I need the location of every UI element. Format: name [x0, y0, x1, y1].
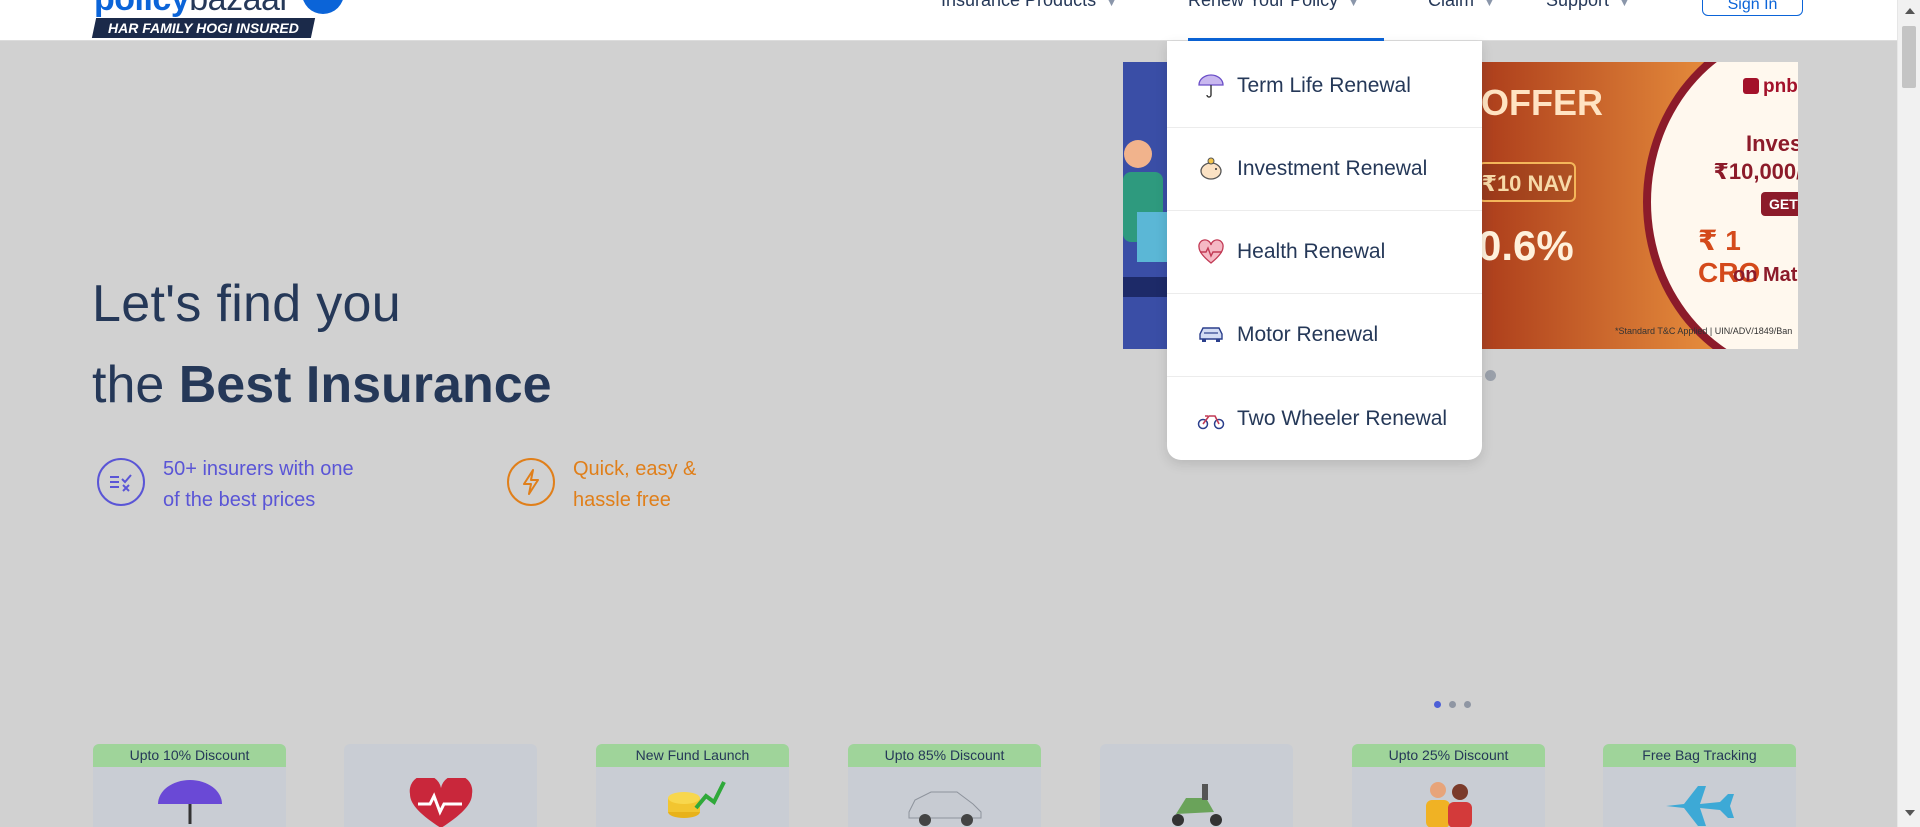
- hero-heading-line1: Let's find you: [92, 275, 401, 333]
- renew-motor[interactable]: Motor Renewal: [1167, 294, 1482, 377]
- banner-get: GET: [1761, 192, 1798, 216]
- scooter-icon: [1162, 778, 1232, 827]
- card-ribbon: [1100, 744, 1293, 767]
- renew-policy-dropdown: Term Life Renewal Investment Renewal Hea…: [1167, 41, 1482, 460]
- scroll-up-icon[interactable]: [1905, 8, 1915, 14]
- car-icon: [905, 778, 985, 827]
- heart-pulse-icon: [1197, 238, 1225, 266]
- banner-disclaimer: *Standard T&C Applied | UIN/ADV/1849/Ban: [1615, 326, 1793, 336]
- logo-badge-icon: [302, 0, 344, 14]
- dd-label: Motor Renewal: [1237, 323, 1379, 346]
- invest-line1: Inves: [1746, 131, 1798, 156]
- car-icon: [1197, 321, 1225, 349]
- renew-term-life[interactable]: Term Life Renewal: [1167, 45, 1482, 128]
- dd-label: Health Renewal: [1237, 240, 1386, 263]
- invest-line2: ₹10,000/: [1713, 159, 1798, 184]
- product-card-two-wheeler[interactable]: [1100, 744, 1293, 827]
- hero-prefix: the: [92, 356, 179, 414]
- hero-heading-line2: the Best Insurance: [92, 355, 552, 415]
- product-card-travel[interactable]: Free Bag Tracking: [1603, 744, 1796, 827]
- nav-support[interactable]: Support ▼: [1546, 0, 1630, 11]
- pager-dot[interactable]: [1464, 701, 1471, 708]
- compare-icon: [97, 458, 145, 506]
- product-card-car[interactable]: Upto 85% Discount: [848, 744, 1041, 827]
- banner-nav-price: ₹10 NAV: [1478, 162, 1576, 202]
- renew-two-wheeler[interactable]: Two Wheeler Renewal: [1167, 377, 1482, 460]
- heart-pulse-icon: [408, 775, 474, 827]
- card-ribbon: Free Bag Tracking: [1603, 744, 1796, 767]
- logo-tagline: HAR FAMILY HOGI INSURED: [91, 18, 315, 38]
- renew-investment[interactable]: Investment Renewal: [1167, 128, 1482, 211]
- piggy-bank-icon: [1197, 155, 1225, 183]
- nav-label: Support: [1546, 0, 1610, 10]
- product-card-term-life[interactable]: Upto 10% Discount: [93, 744, 286, 827]
- page-scrollbar[interactable]: [1897, 0, 1920, 827]
- hero-pager: [1434, 701, 1471, 708]
- nav-insurance-products[interactable]: Insurance Products ▼: [941, 0, 1117, 11]
- card-ribbon: New Fund Launch: [596, 744, 789, 767]
- feature-text: Quick, easy & hassle free: [573, 458, 697, 511]
- product-card-investment[interactable]: New Fund Launch: [596, 744, 789, 827]
- airplane-icon: [1662, 778, 1738, 827]
- banner-maturity: on Mat: [1733, 264, 1798, 286]
- card-ribbon: Upto 10% Discount: [93, 744, 286, 767]
- feature-text: 50+ insurers with one of the best prices: [163, 458, 354, 511]
- feature-quick: Quick, easy & hassle free: [507, 454, 713, 516]
- umbrella-icon: [1197, 72, 1225, 100]
- banner-carousel-dot[interactable]: [1485, 370, 1496, 381]
- dd-label: Two Wheeler Renewal: [1237, 406, 1448, 430]
- umbrella-icon: [155, 778, 225, 827]
- nav-label: Insurance Products: [941, 0, 1097, 10]
- pnb-logo-icon: [1743, 78, 1759, 94]
- sign-in-button[interactable]: Sign In: [1702, 0, 1803, 16]
- lightning-icon: [507, 458, 555, 506]
- chevron-down-icon: ▼: [1348, 0, 1359, 9]
- chevron-down-icon: ▼: [1106, 0, 1117, 9]
- card-ribbon: Upto 25% Discount: [1352, 744, 1545, 767]
- feature-insurers: 50+ insurers with one of the best prices: [97, 454, 373, 516]
- nav-renew-your-policy[interactable]: Renew Your Policy ▼: [1188, 0, 1359, 11]
- card-ribbon: Upto 85% Discount: [848, 744, 1041, 767]
- brand-name: pnb: [1763, 76, 1798, 97]
- banner-invest: Inves ₹10,000/: [1710, 130, 1798, 186]
- coins-growth-icon: [660, 778, 726, 827]
- top-header: policybazaar HAR FAMILY HOGI INSURED Ins…: [0, 0, 1897, 41]
- nav-label: Claim: [1428, 0, 1475, 10]
- banner-percent: 0.6%: [1478, 222, 1574, 269]
- logo-part2: bazaar: [189, 0, 290, 18]
- pager-dot[interactable]: [1449, 701, 1456, 708]
- product-card-health[interactable]: [344, 744, 537, 827]
- logo-part1: policy: [94, 0, 190, 18]
- nav-claim[interactable]: Claim ▼: [1428, 0, 1495, 11]
- chevron-down-icon: ▼: [1619, 0, 1630, 9]
- nav-label: Renew Your Policy: [1188, 0, 1339, 10]
- renew-health[interactable]: Health Renewal: [1167, 211, 1482, 294]
- motorbike-icon: [1197, 405, 1225, 433]
- card-ribbon: [344, 744, 537, 767]
- scroll-down-icon[interactable]: [1905, 810, 1915, 816]
- dd-label: Term Life Renewal: [1237, 74, 1411, 97]
- pager-dot[interactable]: [1434, 701, 1441, 708]
- product-card-family[interactable]: Upto 25% Discount: [1352, 744, 1545, 827]
- tagline-text: HAR FAMILY HOGI INSURED: [108, 20, 299, 36]
- banner-offer: OFFER: [1481, 82, 1603, 123]
- scroll-thumb[interactable]: [1902, 26, 1916, 88]
- banner-brand: pnb: [1743, 76, 1798, 98]
- dd-label: Investment Renewal: [1237, 157, 1428, 180]
- chevron-down-icon: ▼: [1484, 0, 1495, 9]
- hero-bold: Best Insurance: [178, 356, 552, 414]
- family-icon: [1416, 778, 1482, 827]
- logo[interactable]: policybazaar: [94, 0, 291, 19]
